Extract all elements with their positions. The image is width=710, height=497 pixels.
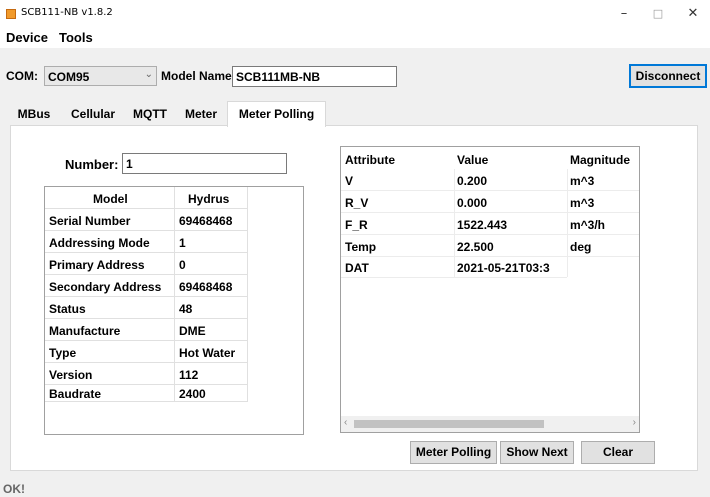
- record-magnitude: deg: [570, 240, 592, 254]
- menu-tools[interactable]: Tools: [59, 30, 93, 45]
- record-value: 22.500: [457, 240, 494, 254]
- tab-mqtt[interactable]: MQTT: [127, 103, 173, 125]
- info-row-value: 1: [179, 236, 186, 250]
- info-header-hydrus: Hydrus: [188, 192, 230, 206]
- record-attribute: Temp: [345, 240, 377, 254]
- record-attribute: F_R: [345, 218, 368, 232]
- info-row-label: Addressing Mode: [49, 236, 150, 250]
- window-title: SCB111-NB v1.8.2: [21, 7, 113, 18]
- record-magnitude: m^3: [570, 174, 595, 188]
- record-magnitude: m^3/h: [570, 218, 606, 232]
- info-row-value: 112: [179, 368, 199, 382]
- info-header-model: Model: [93, 192, 128, 206]
- record-magnitude: m^3: [570, 196, 595, 210]
- record-attribute: R_V: [345, 196, 369, 210]
- com-value: COM95: [48, 70, 90, 84]
- record-attribute: DAT: [345, 261, 369, 275]
- record-value: 1522.443: [457, 218, 508, 232]
- scroll-right-icon[interactable]: ›: [633, 417, 636, 428]
- info-row-label: Version: [49, 368, 93, 382]
- info-row-value: 2400: [179, 387, 206, 401]
- records-header-value: Value: [457, 153, 489, 167]
- info-row-label: Primary Address: [49, 258, 145, 272]
- record-attribute: V: [345, 174, 354, 188]
- chevron-down-icon: ⌄: [144, 69, 153, 80]
- info-row-label: Serial Number: [49, 214, 131, 228]
- status-text: OK!: [3, 482, 25, 496]
- record-value: 0.000: [457, 196, 488, 210]
- info-row-label: Secondary Address: [49, 280, 162, 294]
- number-value: 1: [126, 157, 133, 171]
- info-row-value: DME: [179, 324, 206, 338]
- info-row-label: Type: [49, 346, 77, 360]
- clear-button[interactable]: Clear: [581, 441, 655, 464]
- info-row-label: Baudrate: [49, 387, 102, 401]
- app-icon: [6, 9, 16, 19]
- model-name-field[interactable]: SCB111MB-NB: [232, 66, 397, 87]
- meter-polling-button[interactable]: Meter Polling: [410, 441, 497, 464]
- tab-meter-polling[interactable]: Meter Polling: [227, 101, 326, 127]
- info-row-label: Status: [49, 302, 86, 316]
- tab-cellular[interactable]: Cellular: [61, 103, 125, 125]
- scroll-left-icon[interactable]: ‹: [344, 417, 347, 428]
- info-row-value: 69468468: [179, 280, 233, 294]
- number-label: Number:: [65, 157, 119, 172]
- meter-info-grid: Model Hydrus Serial Number 69468468 Addr…: [44, 186, 304, 435]
- show-next-button[interactable]: Show Next: [500, 441, 574, 464]
- minimize-button[interactable]: –: [607, 0, 641, 28]
- info-row-value: Hot Water: [179, 346, 236, 360]
- model-name-label: Model Name:: [161, 69, 236, 83]
- close-button[interactable]: ✕: [676, 0, 710, 28]
- records-scrollbar[interactable]: ‹ ›: [341, 416, 639, 432]
- records-grid: Attribute Value Magnitude V 0.200 m^3 R_…: [340, 146, 640, 433]
- records-header-attribute: Attribute: [345, 153, 395, 167]
- record-value: 2021-05-21T03:3: [457, 261, 550, 275]
- record-value: 0.200: [457, 174, 488, 188]
- records-header-magnitude: Magnitude: [570, 153, 630, 167]
- menu-device[interactable]: Device: [6, 30, 48, 45]
- disconnect-button[interactable]: Disconnect: [629, 64, 707, 88]
- info-row-value: 0: [179, 258, 186, 272]
- com-label: COM:: [6, 69, 38, 83]
- menu-bar: [0, 28, 710, 48]
- tab-mbus[interactable]: MBus: [11, 103, 57, 125]
- maximize-button[interactable]: □: [641, 0, 675, 28]
- scrollbar-thumb[interactable]: [354, 420, 544, 428]
- info-row-value: 48: [179, 302, 193, 316]
- number-field[interactable]: 1: [122, 153, 287, 174]
- tab-meter[interactable]: Meter: [177, 103, 225, 125]
- model-name-value: SCB111MB-NB: [236, 70, 321, 84]
- info-row-label: Manufacture: [49, 324, 121, 338]
- info-row-value: 69468468: [179, 214, 233, 228]
- com-select[interactable]: COM95 ⌄: [44, 66, 157, 86]
